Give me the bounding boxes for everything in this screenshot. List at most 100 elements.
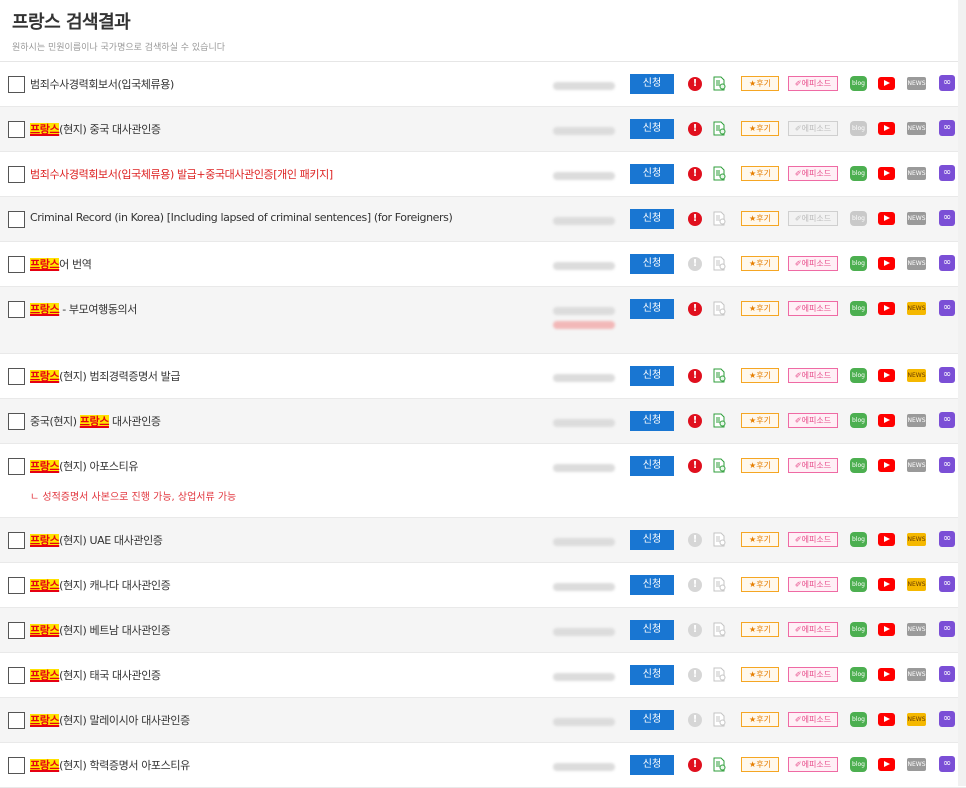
service-name[interactable]: 프랑스(현지) 아포스티유 — [30, 458, 138, 474]
apply-button[interactable]: 신청 — [630, 755, 674, 775]
review-badge[interactable]: ★후기 — [741, 532, 779, 547]
row-checkbox[interactable] — [8, 368, 25, 385]
review-badge[interactable]: ★후기 — [741, 667, 779, 682]
row-checkbox[interactable] — [8, 577, 25, 594]
blog-icon[interactable]: blog — [850, 458, 867, 473]
document-preview-icon[interactable] — [713, 166, 727, 181]
news-icon[interactable]: NEWS — [907, 122, 926, 135]
document-preview-icon[interactable] — [713, 76, 727, 91]
episode-badge[interactable]: ✐에피소드 — [788, 532, 838, 547]
link-icon[interactable]: ∞ — [939, 576, 955, 592]
youtube-icon[interactable] — [878, 758, 895, 771]
youtube-icon[interactable] — [878, 302, 895, 315]
youtube-icon[interactable] — [878, 533, 895, 546]
row-checkbox[interactable] — [8, 76, 25, 93]
news-icon[interactable]: NEWS — [907, 414, 926, 427]
review-badge[interactable]: ★후기 — [741, 121, 779, 136]
youtube-icon[interactable] — [878, 459, 895, 472]
alert-icon[interactable]: ! — [688, 623, 702, 637]
apply-button[interactable]: 신청 — [630, 665, 674, 685]
episode-badge[interactable]: ✐에피소드 — [788, 368, 838, 383]
row-checkbox[interactable] — [8, 667, 25, 684]
service-name[interactable]: 프랑스 - 부모여행동의서 — [30, 301, 137, 317]
alert-icon[interactable]: ! — [688, 459, 702, 473]
apply-button[interactable]: 신청 — [630, 575, 674, 595]
blog-icon[interactable]: blog — [850, 121, 867, 136]
document-preview-icon[interactable] — [713, 413, 727, 428]
alert-icon[interactable]: ! — [688, 122, 702, 136]
review-badge[interactable]: ★후기 — [741, 458, 779, 473]
link-icon[interactable]: ∞ — [939, 531, 955, 547]
alert-icon[interactable]: ! — [688, 77, 702, 91]
service-name[interactable]: 프랑스(현지) 학력증명서 아포스티유 — [30, 757, 190, 773]
service-name[interactable]: 범죄수사경력회보서(입국체류용) 발급+중국대사관인증[개인 패키지] — [30, 166, 333, 182]
alert-icon[interactable]: ! — [688, 758, 702, 772]
alert-icon[interactable]: ! — [688, 414, 702, 428]
blog-icon[interactable]: blog — [850, 577, 867, 592]
link-icon[interactable]: ∞ — [939, 255, 955, 271]
apply-button[interactable]: 신청 — [630, 209, 674, 229]
episode-badge[interactable]: ✐에피소드 — [788, 458, 838, 473]
youtube-icon[interactable] — [878, 713, 895, 726]
review-badge[interactable]: ★후기 — [741, 577, 779, 592]
document-preview-icon[interactable] — [713, 667, 727, 682]
row-checkbox[interactable] — [8, 532, 25, 549]
service-name[interactable]: 중국(현지) 프랑스 대사관인증 — [30, 413, 161, 429]
document-preview-icon[interactable] — [713, 622, 727, 637]
link-icon[interactable]: ∞ — [939, 210, 955, 226]
row-checkbox[interactable] — [8, 166, 25, 183]
blog-icon[interactable]: blog — [850, 256, 867, 271]
row-checkbox[interactable] — [8, 413, 25, 430]
service-name[interactable]: 프랑스(현지) UAE 대사관인증 — [30, 532, 163, 548]
episode-badge[interactable]: ✐에피소드 — [788, 667, 838, 682]
apply-button[interactable]: 신청 — [630, 456, 674, 476]
review-badge[interactable]: ★후기 — [741, 211, 779, 226]
episode-badge[interactable]: ✐에피소드 — [788, 301, 838, 316]
review-badge[interactable]: ★후기 — [741, 368, 779, 383]
document-preview-icon[interactable] — [713, 121, 727, 136]
service-name[interactable]: 범죄수사경력회보서(입국체류용) — [30, 76, 174, 92]
news-icon[interactable]: NEWS — [907, 713, 926, 726]
blog-icon[interactable]: blog — [850, 667, 867, 682]
apply-button[interactable]: 신청 — [630, 620, 674, 640]
episode-badge[interactable]: ✐에피소드 — [788, 256, 838, 271]
review-badge[interactable]: ★후기 — [741, 757, 779, 772]
review-badge[interactable]: ★후기 — [741, 76, 779, 91]
episode-badge[interactable]: ✐에피소드 — [788, 166, 838, 181]
episode-badge[interactable]: ✐에피소드 — [788, 712, 838, 727]
apply-button[interactable]: 신청 — [630, 254, 674, 274]
document-preview-icon[interactable] — [713, 301, 727, 316]
blog-icon[interactable]: blog — [850, 76, 867, 91]
apply-button[interactable]: 신청 — [630, 299, 674, 319]
blog-icon[interactable]: blog — [850, 166, 867, 181]
link-icon[interactable]: ∞ — [939, 75, 955, 91]
review-badge[interactable]: ★후기 — [741, 712, 779, 727]
review-badge[interactable]: ★후기 — [741, 166, 779, 181]
review-badge[interactable]: ★후기 — [741, 413, 779, 428]
service-name[interactable]: 프랑스(현지) 베트남 대사관인증 — [30, 622, 171, 638]
link-icon[interactable]: ∞ — [939, 756, 955, 772]
row-checkbox[interactable] — [8, 622, 25, 639]
youtube-icon[interactable] — [878, 668, 895, 681]
scrollbar[interactable] — [958, 0, 966, 786]
service-name[interactable]: 프랑스(현지) 범죄경력증명서 발급 — [30, 368, 180, 384]
document-preview-icon[interactable] — [713, 458, 727, 473]
service-name[interactable]: 프랑스(현지) 태국 대사관인증 — [30, 667, 161, 683]
youtube-icon[interactable] — [878, 578, 895, 591]
news-icon[interactable]: NEWS — [907, 758, 926, 771]
news-icon[interactable]: NEWS — [907, 302, 926, 315]
blog-icon[interactable]: blog — [850, 757, 867, 772]
apply-button[interactable]: 신청 — [630, 366, 674, 386]
blog-icon[interactable]: blog — [850, 532, 867, 547]
document-preview-icon[interactable] — [713, 368, 727, 383]
news-icon[interactable]: NEWS — [907, 668, 926, 681]
alert-icon[interactable]: ! — [688, 167, 702, 181]
link-icon[interactable]: ∞ — [939, 457, 955, 473]
service-name[interactable]: 프랑스(현지) 말레이시아 대사관인증 — [30, 712, 190, 728]
alert-icon[interactable]: ! — [688, 257, 702, 271]
alert-icon[interactable]: ! — [688, 668, 702, 682]
link-icon[interactable]: ∞ — [939, 367, 955, 383]
apply-button[interactable]: 신청 — [630, 411, 674, 431]
review-badge[interactable]: ★후기 — [741, 622, 779, 637]
news-icon[interactable]: NEWS — [907, 369, 926, 382]
